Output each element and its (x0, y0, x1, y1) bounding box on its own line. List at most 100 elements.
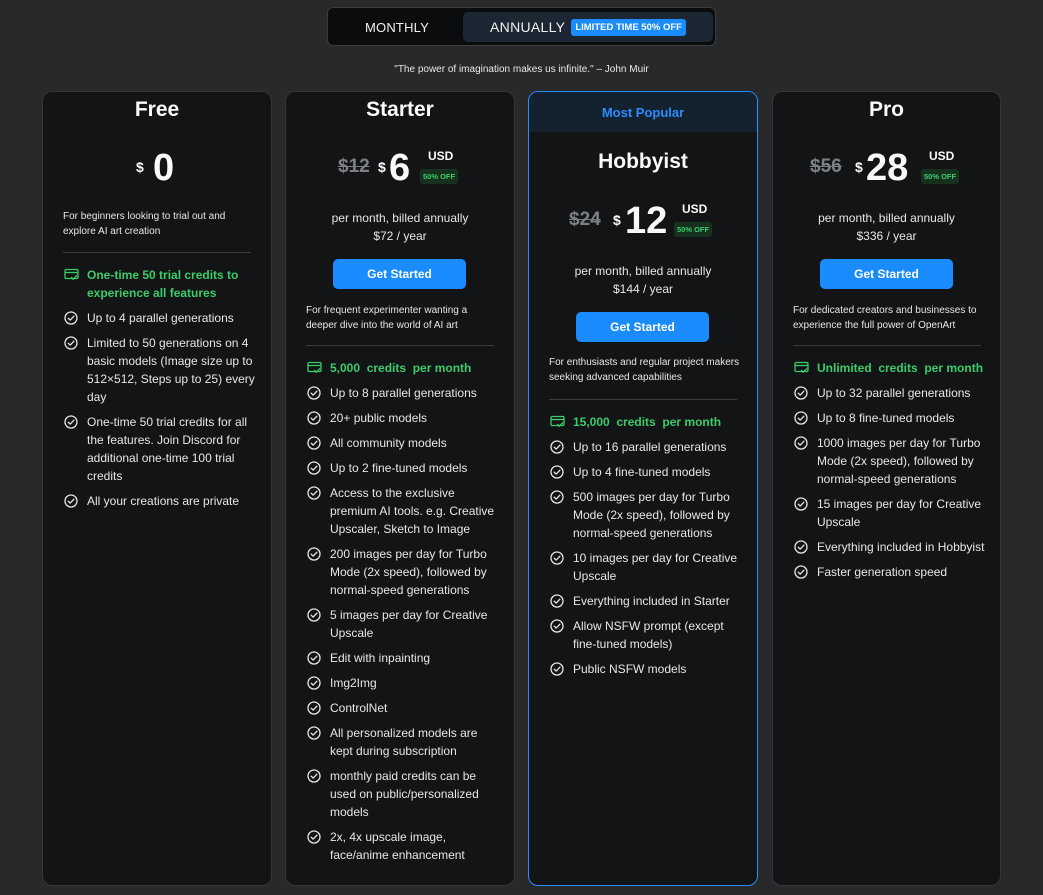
plan-name: Pro (868, 98, 904, 121)
feature-list: Unlimited credits per month Up to 32 para… (793, 359, 989, 588)
credits-feature: Unlimited credits per month (793, 359, 989, 377)
feature-text: Everything included in Hobbyist (817, 540, 985, 554)
feature-list: 5,000 credits per month Up to 8 parallel … (306, 359, 502, 871)
billing-info: per month, billed annually $72 / year (286, 209, 514, 245)
feature-text: 500 images per day for Turbo Mode (2x sp… (573, 490, 734, 540)
currency-symbol: $ (378, 159, 386, 175)
feature-item: 10 images per day for Creative Upscale (549, 549, 745, 585)
feature-item: Up to 4 parallel generations (63, 309, 259, 327)
billing-info: per month, billed annually $144 / year (529, 262, 757, 298)
feature-item: 1000 images per day for Turbo Mode (2x s… (793, 434, 989, 488)
feature-item: All personalized models are kept during … (306, 724, 502, 760)
feature-item: 5 images per day for Creative Upscale (306, 606, 502, 642)
divider (793, 345, 981, 346)
feature-item: 200 images per day for Turbo Mode (2x sp… (306, 545, 502, 599)
feature-text: 5,000 credits per month (330, 361, 472, 375)
feature-text: Up to 2 fine-tuned models (330, 461, 468, 475)
billing-period: per month, billed annually (574, 264, 712, 278)
divider (549, 399, 737, 400)
price-block: $24 $ 12 USD 50% OFF (529, 201, 757, 245)
credits-feature: One-time 50 trial credits to experience … (63, 266, 259, 302)
feature-text: Edit with inpainting (330, 651, 431, 665)
discount-badge: 50% OFF (674, 222, 713, 237)
plan-name: Hobbyist (598, 150, 688, 173)
feature-text: Limited to 50 generations on 4 basic mod… (87, 336, 259, 404)
feature-item: 20+ public models (306, 409, 502, 427)
feature-text: Up to 4 parallel generations (87, 311, 234, 325)
feature-item: Access to the exclusive premium AI tools… (306, 484, 502, 538)
most-popular-badge: Most Popular (529, 92, 757, 132)
feature-text: monthly paid credits can be used on publ… (330, 769, 483, 819)
plan-name: Starter (366, 98, 434, 121)
plan-card-starter: Starter $12 $ 6 USD 50% OFF per month, b… (285, 91, 515, 886)
get-started-button[interactable]: Get Started (576, 312, 709, 342)
feature-item: ControlNet (306, 699, 502, 717)
feature-text: Access to the exclusive premium AI tools… (330, 486, 498, 536)
old-price: $24 (569, 209, 601, 230)
feature-text: One-time 50 trial credits to experience … (87, 268, 242, 300)
discount-badge: 50% OFF (921, 169, 960, 184)
feature-text: Everything included in Starter (573, 594, 730, 608)
feature-item: Up to 4 fine-tuned models (549, 463, 745, 481)
get-started-button[interactable]: Get Started (820, 259, 953, 289)
feature-text: Faster generation speed (817, 565, 948, 579)
plan-description: For dedicated creators and businesses to… (793, 305, 977, 331)
feature-item: Public NSFW models (549, 660, 745, 678)
feature-item: monthly paid credits can be used on publ… (306, 767, 502, 821)
feature-item: Up to 16 parallel generations (549, 438, 745, 456)
feature-list: 15,000 credits per month Up to 16 paralle… (549, 413, 745, 685)
monthly-option[interactable]: MONTHLY (334, 12, 460, 42)
feature-text: 15 images per day for Creative Upscale (817, 497, 985, 529)
plan-name: Free (134, 98, 180, 121)
price-amount: 28 (866, 147, 909, 189)
feature-item: Everything included in Hobbyist (793, 538, 989, 556)
feature-list: One-time 50 trial credits to experience … (63, 266, 259, 517)
currency-symbol: $ (855, 159, 863, 175)
currency-symbol: $ (613, 212, 621, 228)
feature-text: Public NSFW models (573, 662, 687, 676)
feature-text: Img2Img (330, 676, 377, 690)
billing-info: per month, billed annually $336 / year (773, 209, 1000, 245)
billing-yearly-total: $336 / year (856, 229, 917, 243)
currency-unit: USD (428, 149, 454, 163)
currency-unit: USD (929, 149, 955, 163)
price-block: $12 $ 6 USD 50% OFF (286, 148, 514, 192)
feature-item: Allow NSFW prompt (except fine-tuned mod… (549, 617, 745, 653)
quote-text: "The power of imagination makes us infin… (394, 64, 649, 75)
price-block: $56 $ 28 USD 50% OFF (773, 148, 1000, 192)
get-started-button[interactable]: Get Started (333, 259, 466, 289)
billing-period: per month, billed annually (331, 211, 469, 225)
annually-option[interactable]: ANNUALLY LIMITED TIME 50% OFF (463, 12, 713, 42)
feature-item: One-time 50 trial credits for all the fe… (63, 413, 259, 485)
feature-item: 500 images per day for Turbo Mode (2x sp… (549, 488, 745, 542)
feature-text: All your creations are private (87, 494, 240, 508)
annually-label: ANNUALLY (490, 19, 566, 35)
feature-item: Up to 2 fine-tuned models (306, 459, 502, 477)
old-price: $12 (338, 156, 370, 177)
discount-badge: 50% OFF (420, 169, 459, 184)
feature-item: Limited to 50 generations on 4 basic mod… (63, 334, 259, 406)
old-price: $56 (810, 156, 842, 177)
divider (63, 252, 251, 253)
plan-description: For frequent experimenter wanting a deep… (306, 305, 468, 331)
billing-period: per month, billed annually (818, 211, 955, 225)
feature-item: 2x, 4x upscale image, face/anime enhance… (306, 828, 502, 864)
credits-feature: 5,000 credits per month (306, 359, 502, 377)
feature-text: 20+ public models (330, 411, 428, 425)
plan-description: For beginners looking to trial out and e… (63, 211, 226, 237)
currency-unit: USD (682, 202, 708, 216)
billing-toggle: MONTHLY ANNUALLY LIMITED TIME 50% OFF (327, 7, 716, 46)
feature-item: Everything included in Starter (549, 592, 745, 610)
feature-text: Up to 8 parallel generations (330, 386, 477, 400)
price-block: $ 0 (43, 148, 271, 192)
feature-text: All community models (330, 436, 447, 450)
price-amount: 6 (389, 147, 411, 189)
feature-text: 5 images per day for Creative Upscale (330, 608, 491, 640)
feature-text: 10 images per day for Creative Upscale (573, 551, 741, 583)
feature-item: Up to 8 parallel generations (306, 384, 502, 402)
feature-text: One-time 50 trial credits for all the fe… (87, 415, 251, 483)
feature-item: All community models (306, 434, 502, 452)
feature-item: All your creations are private (63, 492, 259, 510)
feature-item: Up to 8 fine-tuned models (793, 409, 989, 427)
feature-text: ControlNet (330, 701, 388, 715)
